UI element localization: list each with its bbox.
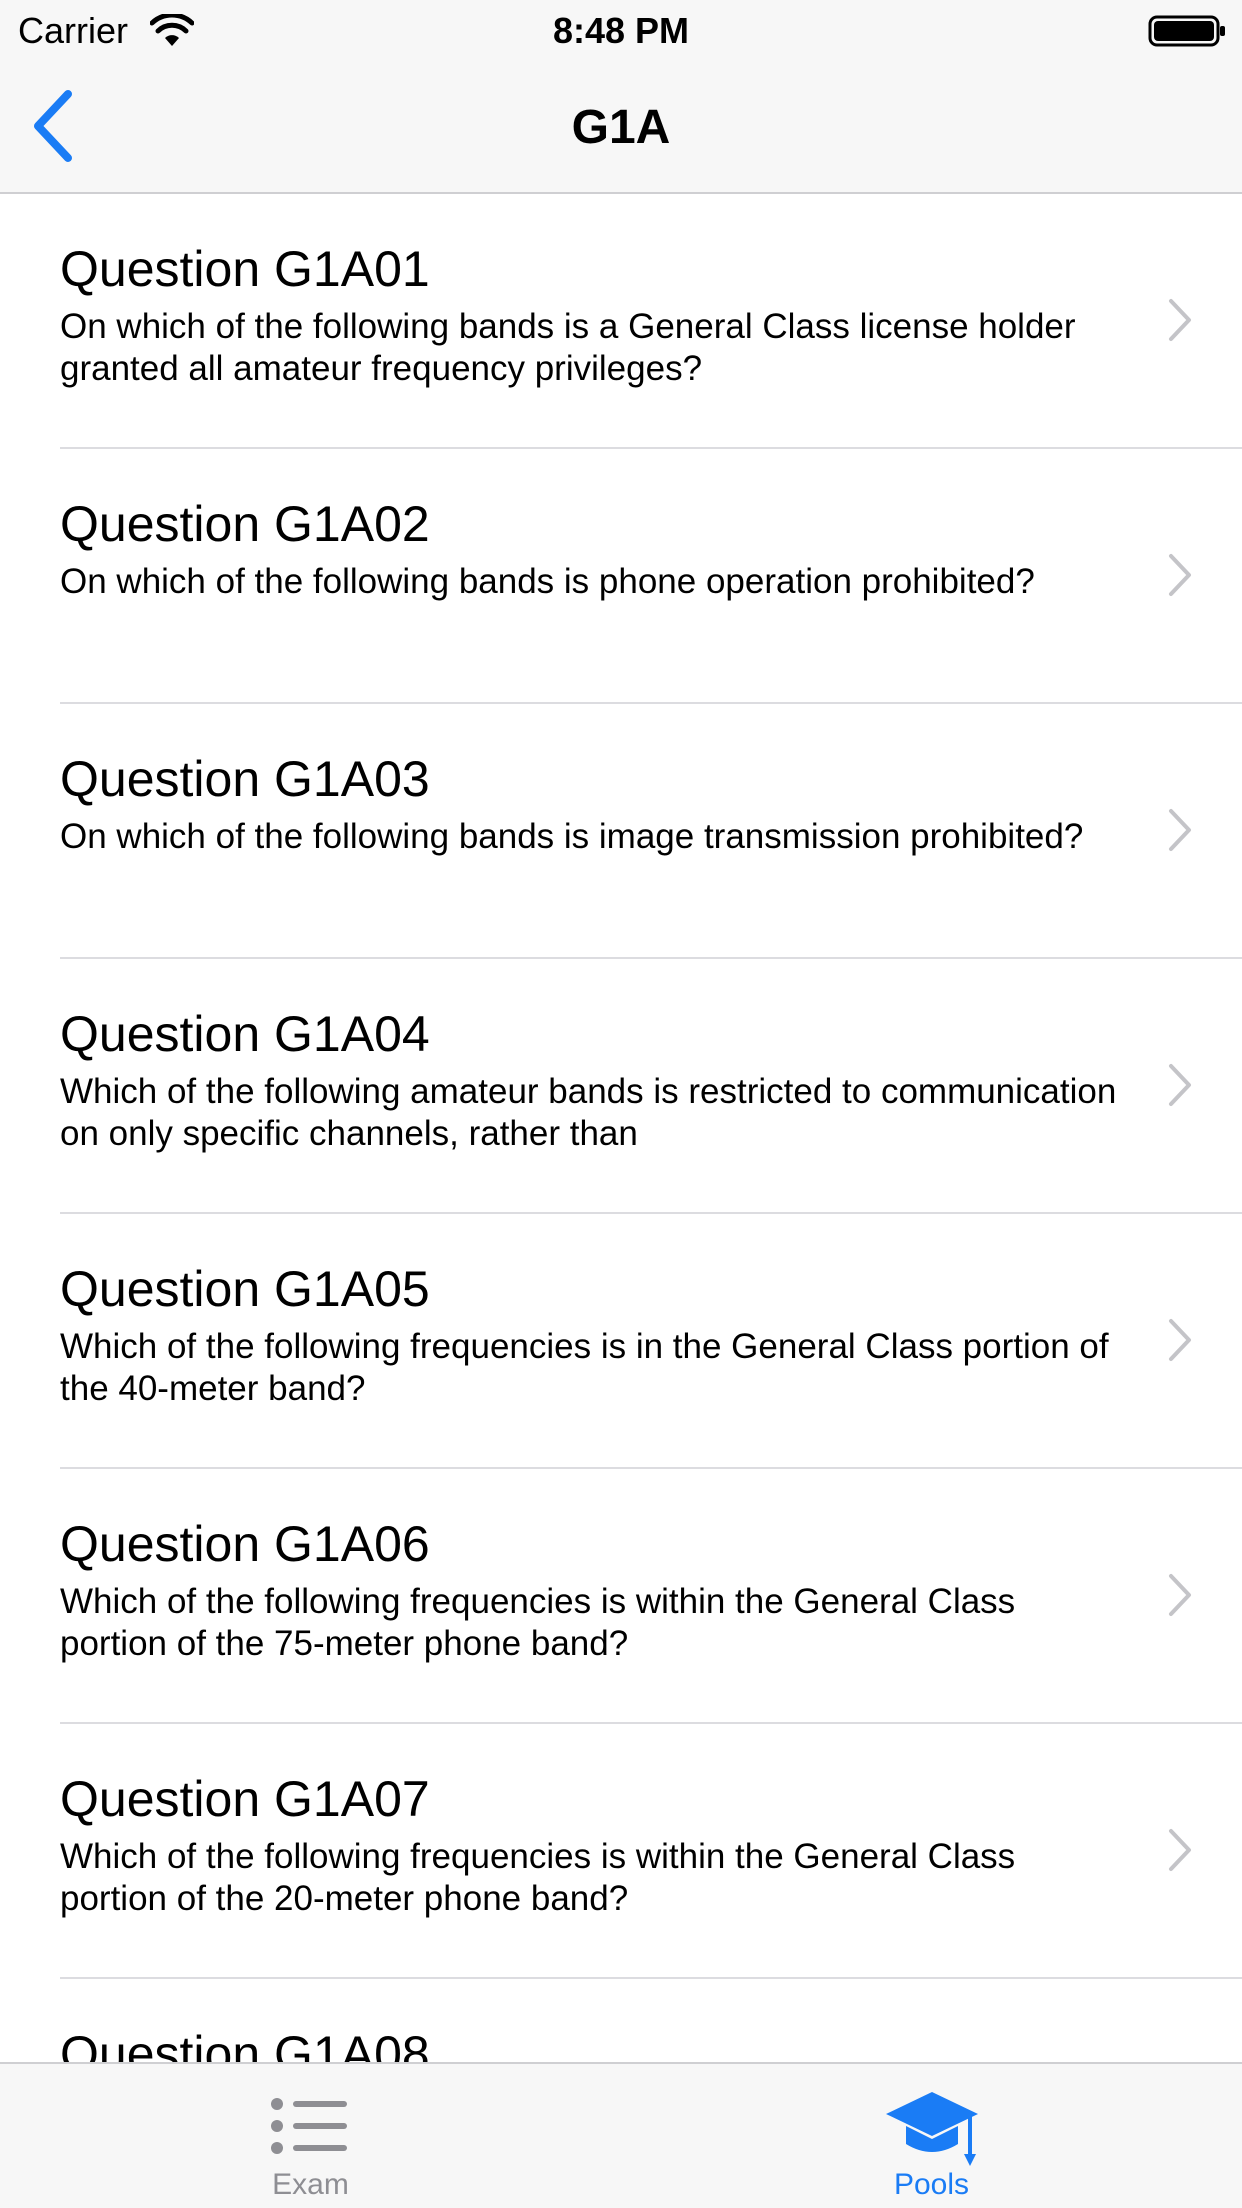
chevron-right-icon xyxy=(1169,809,1191,851)
question-title: Question G1A07 xyxy=(60,1771,430,1827)
list-item[interactable]: Question G1A01 On which of the following… xyxy=(60,194,1242,449)
question-text: On which of the following bands is phone… xyxy=(60,562,1035,601)
list-item[interactable]: Question G1A06 Which of the following fr… xyxy=(60,1469,1242,1724)
chevron-right-icon xyxy=(1169,1319,1191,1361)
status-bar: Carrier 8:48 PM xyxy=(0,0,1242,62)
battery-icon xyxy=(1148,15,1225,47)
list-item[interactable]: Question G1A07 Which of the following fr… xyxy=(60,1724,1242,1979)
status-time: 8:48 PM xyxy=(552,10,690,51)
tab-pools-label: Pools xyxy=(893,2168,970,2201)
question-list[interactable]: Question G1A01 On which of the following… xyxy=(0,194,1242,2062)
question-title: Question G1A05 xyxy=(60,1261,430,1317)
question-title: Question G1A08 xyxy=(60,2026,430,2062)
screen: Carrier 8:48 PM G1A Question G1A01 On wh… xyxy=(0,0,1242,2208)
question-title: Question G1A06 xyxy=(60,1516,430,1572)
question-title: Question G1A03 xyxy=(60,751,430,807)
chevron-right-icon xyxy=(1169,1574,1191,1616)
list-item[interactable]: Question G1A03 On which of the following… xyxy=(60,704,1242,959)
page-title: G1A xyxy=(571,101,671,154)
navigation-bar: G1A xyxy=(0,62,1242,194)
chevron-right-icon xyxy=(1169,299,1191,341)
tab-exam-label: Exam xyxy=(272,2168,349,2201)
list-item[interactable]: Question G1A02 On which of the following… xyxy=(60,449,1242,704)
question-title: Question G1A02 xyxy=(60,496,430,552)
question-text: Which of the following frequencies is wi… xyxy=(60,1582,1016,1663)
tab-exam[interactable]: Exam xyxy=(0,2064,621,2208)
question-text: Which of the following frequencies is in… xyxy=(60,1327,1109,1408)
list-icon xyxy=(270,2098,347,2154)
question-text: On which of the following bands is image… xyxy=(60,817,1084,856)
question-text: Which of the following amateur bands is … xyxy=(60,1072,1117,1153)
question-text: On which of the following bands is a Gen… xyxy=(60,307,1076,388)
list-item[interactable]: Question G1A05 Which of the following fr… xyxy=(60,1214,1242,1469)
question-text: Which of the following frequencies is wi… xyxy=(60,1837,1016,1918)
chevron-right-icon xyxy=(1169,1829,1191,1871)
tab-bar: Exam Pools xyxy=(0,2062,1242,2208)
chevron-right-icon xyxy=(1169,1064,1191,1106)
graduation-cap-icon xyxy=(885,2092,978,2166)
question-title: Question G1A04 xyxy=(60,1006,430,1062)
list-item[interactable]: Question G1A04 Which of the following am… xyxy=(60,959,1242,1214)
tab-pools[interactable]: Pools xyxy=(621,2064,1242,2208)
chevron-right-icon xyxy=(1169,554,1191,596)
question-title: Question G1A01 xyxy=(60,241,430,297)
list-item[interactable]: Question G1A08 xyxy=(60,1979,1242,2062)
